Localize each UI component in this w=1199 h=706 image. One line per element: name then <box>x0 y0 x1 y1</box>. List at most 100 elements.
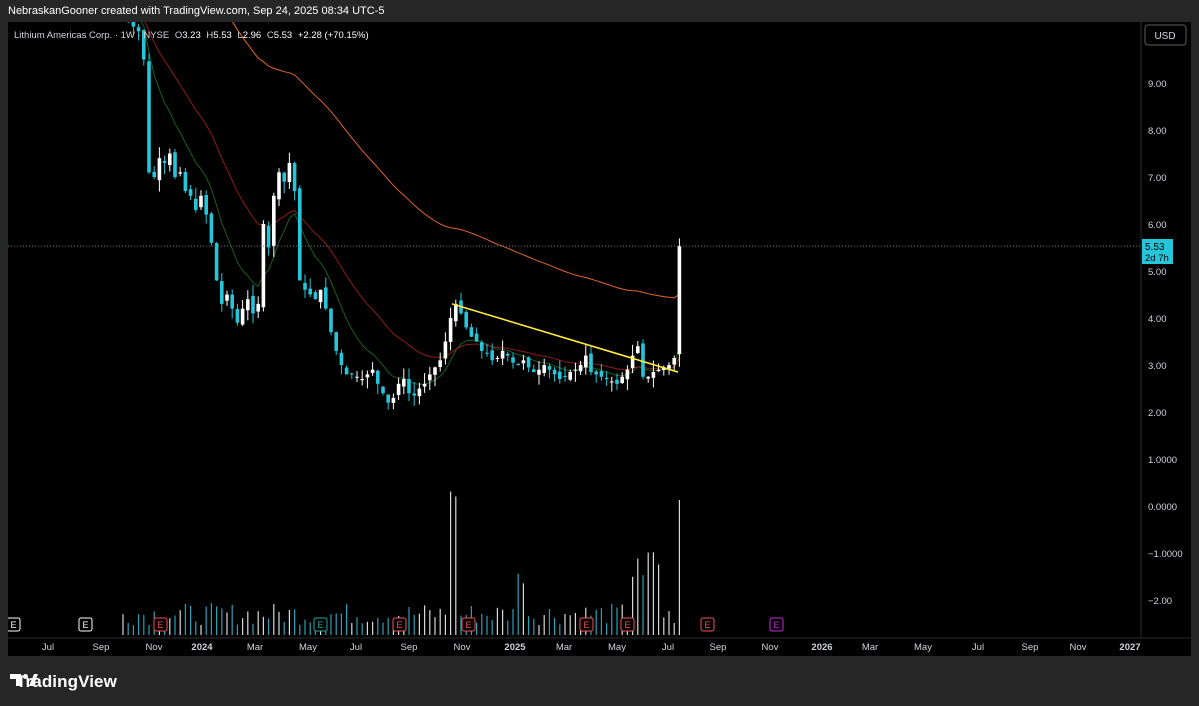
candle <box>532 364 536 373</box>
candle <box>464 310 468 330</box>
time-tick-label: May <box>914 642 932 653</box>
last-price-value: 5.53 <box>1145 242 1165 253</box>
time-tick-label: Nov <box>454 642 471 653</box>
earnings-marker-label: E <box>157 620 163 630</box>
earnings-marker[interactable]: E <box>78 617 93 632</box>
candle <box>537 361 541 385</box>
candle <box>277 168 281 207</box>
earnings-marker-label: E <box>704 620 710 630</box>
candle <box>558 360 562 384</box>
currency-button-label: USD <box>1154 31 1175 42</box>
candle <box>188 185 193 200</box>
candle <box>677 238 682 367</box>
candle <box>214 242 219 281</box>
time-tick-label: Jul <box>662 642 674 653</box>
candle <box>615 373 619 390</box>
candle <box>438 352 442 372</box>
candle <box>568 369 572 382</box>
time-tick-label: Jul <box>350 642 362 653</box>
candle <box>256 296 260 319</box>
earnings-marker[interactable]: E <box>769 617 784 632</box>
candle <box>381 385 385 396</box>
candle <box>443 332 448 365</box>
candle <box>298 185 302 281</box>
time-tick-label: Mar <box>556 642 572 653</box>
earnings-marker[interactable]: E <box>579 617 594 632</box>
time-tick-label: Jul <box>42 642 54 653</box>
earnings-marker-label: E <box>465 620 471 630</box>
legend-low-value: 2.96 <box>243 30 262 41</box>
candle <box>547 363 552 379</box>
candle <box>641 339 645 380</box>
candle <box>168 148 172 172</box>
candle <box>552 367 557 382</box>
candle <box>448 307 453 351</box>
candle <box>516 363 520 366</box>
candle <box>584 344 588 375</box>
candle <box>329 308 333 336</box>
candle <box>162 155 167 175</box>
candle <box>376 369 380 395</box>
time-tick-label: Sep <box>401 642 418 653</box>
time-tick-label: Nov <box>762 642 779 653</box>
price-chart-svg[interactable]: E E E E E E E E E E Lithium Americas Corp. · 1W ·… <box>8 22 1191 656</box>
price-tick-label: 7.00 <box>1148 173 1167 184</box>
candle <box>573 362 578 382</box>
candle <box>266 221 271 256</box>
chart-credit-text: NebraskanGooner created with TradingView… <box>8 5 385 17</box>
time-tick-label: Nov <box>146 642 163 653</box>
price-axis[interactable]: 9.00 8.00 7.00 6.00 5.00 4.00 3.00 2.00 1.0000 0.… <box>1148 79 1183 607</box>
earnings-marker-label: E <box>773 620 779 630</box>
earnings-marker[interactable]: E <box>461 617 476 632</box>
earnings-marker[interactable]: E <box>8 617 21 632</box>
earnings-marker[interactable]: E <box>313 617 328 632</box>
candle <box>672 355 676 372</box>
time-tick-label: Sep <box>1022 642 1039 653</box>
candle <box>246 290 250 321</box>
time-tick-label: Mar <box>247 642 263 653</box>
earnings-marker[interactable]: E <box>392 617 407 632</box>
candle <box>417 382 422 405</box>
legend-open-label: O <box>175 30 182 41</box>
chart-credit-bar: NebraskanGooner created with TradingView… <box>0 0 1199 22</box>
chart-area[interactable]: E E E E E E E E E E Lithium Americas Corp. · 1W ·… <box>8 22 1191 656</box>
candle <box>240 299 245 327</box>
earnings-marker-label: E <box>82 620 88 630</box>
legend-open-value: 3.23 <box>182 30 201 41</box>
time-tick-label: 2024 <box>191 642 213 653</box>
candle <box>610 376 614 392</box>
candle <box>204 190 208 224</box>
candle <box>230 289 234 319</box>
time-tick-label: Nov <box>1070 642 1087 653</box>
candle <box>360 370 364 386</box>
candle <box>620 372 624 385</box>
currency-button[interactable]: USD <box>1144 24 1187 46</box>
earnings-marker[interactable]: E <box>153 617 168 632</box>
candle <box>386 394 390 410</box>
last-price-tag: 5.53 2d 7h <box>1142 239 1173 264</box>
time-axis[interactable]: Jul Sep Nov 2024 Mar May Jul Sep Nov 2025 Mar May Ju… <box>42 642 1141 653</box>
earnings-marker-label: E <box>317 620 323 630</box>
candle <box>127 22 129 24</box>
time-tick-label: Mar <box>862 642 878 653</box>
candle <box>526 356 531 373</box>
candle <box>178 167 182 177</box>
candle <box>350 372 354 380</box>
candle <box>599 363 604 381</box>
earnings-marker-label: E <box>583 620 589 630</box>
candle <box>636 341 640 355</box>
candle <box>454 299 458 327</box>
legend-change: +2.28 (+70.15%) <box>298 30 369 41</box>
candle <box>313 290 318 300</box>
earnings-marker[interactable]: E <box>620 617 635 632</box>
candle <box>506 351 510 362</box>
legend-symbol: Lithium Americas Corp. · 1W · NYSE <box>14 30 169 41</box>
time-tick-label: Sep <box>710 642 727 653</box>
candle <box>589 345 593 376</box>
candle <box>318 289 323 309</box>
earnings-marker[interactable]: E <box>700 617 715 632</box>
tradingview-logo[interactable]: TradingView <box>10 672 117 692</box>
event-markers[interactable]: EEEEEEEEEE <box>8 617 784 632</box>
footer-bar: TradingView <box>0 656 1199 706</box>
price-tick-label: −2.00 <box>1148 596 1172 607</box>
